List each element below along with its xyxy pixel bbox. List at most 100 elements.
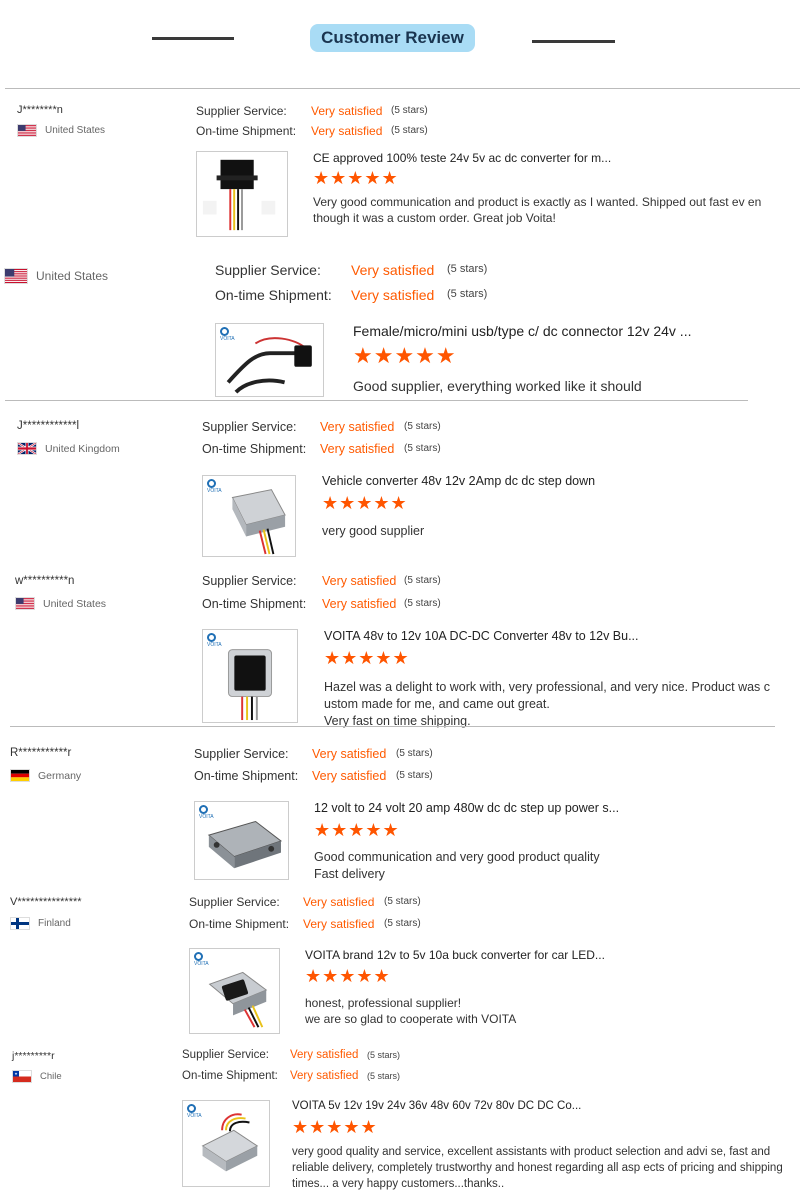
product-title-link[interactable]: VOITA 48v to 12v 10A DC-DC Converter 48v… (324, 629, 639, 643)
ontime-shipment-label: On-time Shipment: (196, 124, 297, 138)
comment-line: very good quality and service, excellent… (292, 1146, 783, 1190)
supplier-service-rating: Very satisfied (312, 747, 387, 761)
ontime-shipment-stars: (5 stars) (367, 1071, 401, 1081)
comment-line: Fast delivery (314, 867, 385, 881)
supplier-service-stars: (5 stars) (404, 421, 441, 432)
reviewer-country: United States (15, 597, 106, 610)
product-title-link[interactable]: VOITA 5v 12v 19v 24v 36v 48v 60v 72v 80v… (292, 1100, 581, 1112)
ontime-shipment-label: On-time Shipment: (182, 1070, 278, 1082)
flag-icon (15, 597, 35, 610)
supplier-service-label: Supplier Service: (202, 420, 297, 434)
page-title: Customer Review (310, 24, 475, 52)
flag-icon (17, 442, 37, 455)
reviewer-name: R***********r (10, 747, 72, 759)
ontime-shipment-label: On-time Shipment: (215, 287, 332, 303)
header-line-right (532, 40, 615, 43)
header-line-left (152, 37, 234, 40)
flag-icon (12, 1070, 32, 1083)
supplier-service-label: Supplier Service: (194, 747, 289, 761)
review-comment: honest, professional supplier! we are so … (305, 995, 790, 1027)
star-rating: ★★★★★ (353, 343, 457, 368)
flag-icon (17, 124, 37, 137)
reviewer-name: J********n (17, 104, 63, 116)
comment-line: we are so glad to cooperate with VOITA (305, 1012, 517, 1026)
review-comment: very good quality and service, excellent… (292, 1144, 790, 1192)
comment-line: honest, professional supplier! (305, 996, 462, 1010)
product-image[interactable]: VOITA (194, 801, 289, 880)
review-comment: Good communication and very good product… (314, 849, 790, 883)
star-rating: ★★★★★ (305, 966, 391, 986)
comment-line: Very fast on time shipping. (324, 714, 471, 728)
flag-icon (4, 268, 28, 284)
star-rating: ★★★★★ (292, 1117, 378, 1137)
comment-line: Very good communication and product is e… (313, 195, 762, 225)
product-image[interactable]: VOITA (189, 948, 280, 1034)
header-divider (5, 88, 800, 89)
product-image[interactable]: VOITA (182, 1100, 270, 1187)
reviewer-name: j*********r (12, 1050, 55, 1062)
supplier-service-rating: Very satisfied (290, 1049, 359, 1061)
reviewer-country: Chile (12, 1070, 62, 1083)
ontime-shipment-label: On-time Shipment: (202, 597, 307, 611)
product-image[interactable]: VOITA (202, 629, 298, 723)
reviewer-country: United States (4, 268, 108, 284)
supplier-service-stars: (5 stars) (391, 105, 428, 116)
supplier-service-label: Supplier Service: (202, 574, 297, 588)
product-image[interactable]: VOITA (215, 323, 324, 397)
supplier-service-stars: (5 stars) (367, 1050, 401, 1060)
reviewer-country: Finland (10, 917, 71, 930)
supplier-service-label: Supplier Service: (196, 104, 287, 118)
country-name: Germany (38, 769, 82, 782)
supplier-service-label: Supplier Service: (215, 262, 321, 278)
supplier-service-stars: (5 stars) (447, 263, 488, 275)
section-divider (10, 726, 775, 727)
supplier-service-rating: Very satisfied (322, 574, 397, 588)
comment-line: Good communication and very good product… (314, 850, 600, 864)
ontime-shipment-label: On-time Shipment: (189, 917, 290, 931)
product-image[interactable] (196, 151, 288, 237)
supplier-service-stars: (5 stars) (396, 748, 433, 759)
ontime-shipment-rating: Very satisfied (290, 1070, 359, 1082)
supplier-service-stars: (5 stars) (404, 575, 441, 586)
reviewer-name: w**********n (15, 575, 75, 587)
ontime-shipment-rating: Very satisfied (351, 287, 435, 303)
comment-line: very good supplier (322, 524, 425, 538)
ontime-shipment-stars: (5 stars) (391, 125, 428, 136)
supplier-service-rating: Very satisfied (311, 104, 383, 118)
ontime-shipment-stars: (5 stars) (404, 443, 441, 454)
section-divider (5, 400, 748, 401)
star-rating: ★★★★★ (313, 168, 399, 188)
product-title-link[interactable]: Vehicle converter 48v 12v 2Amp dc dc ste… (322, 474, 595, 488)
reviewer-name: V*************** (10, 896, 82, 908)
supplier-service-label: Supplier Service: (182, 1049, 269, 1061)
ontime-shipment-stars: (5 stars) (384, 918, 421, 929)
star-rating: ★★★★★ (324, 648, 410, 668)
ontime-shipment-stars: (5 stars) (447, 288, 488, 300)
supplier-service-label: Supplier Service: (189, 895, 280, 909)
product-title-link[interactable]: VOITA brand 12v to 5v 10a buck converter… (305, 948, 605, 962)
reviewer-country: Germany (10, 769, 81, 782)
review-comment: very good supplier (322, 523, 790, 540)
reviewer-country: United States (17, 124, 105, 137)
supplier-service-rating: Very satisfied (303, 895, 375, 909)
ontime-shipment-rating: Very satisfied (312, 769, 387, 783)
country-name: United States (45, 125, 106, 136)
ontime-shipment-stars: (5 stars) (396, 770, 433, 781)
ontime-shipment-label: On-time Shipment: (202, 442, 307, 456)
product-title-link[interactable]: 12 volt to 24 volt 20 amp 480w dc dc ste… (314, 801, 619, 815)
product-title-link[interactable]: CE approved 100% teste 24v 5v ac dc conv… (313, 151, 611, 165)
star-rating: ★★★★★ (322, 493, 408, 513)
country-name: Finland (38, 918, 71, 929)
country-name: Chile (40, 1071, 62, 1082)
product-title-link[interactable]: Female/micro/mini usb/type c/ dc connect… (353, 323, 691, 339)
supplier-service-rating: Very satisfied (351, 262, 435, 278)
country-name: United States (36, 269, 109, 283)
review-comment: Very good communication and product is e… (313, 194, 790, 226)
country-name: United States (43, 597, 107, 610)
supplier-service-stars: (5 stars) (384, 896, 421, 907)
product-image[interactable]: VOITA (202, 475, 296, 557)
review-comment: Good supplier, everything worked like it… (353, 377, 790, 396)
review-comment: Hazel was a delight to work with, very p… (324, 679, 790, 730)
ontime-shipment-rating: Very satisfied (320, 442, 395, 456)
ontime-shipment-rating: Very satisfied (322, 597, 397, 611)
